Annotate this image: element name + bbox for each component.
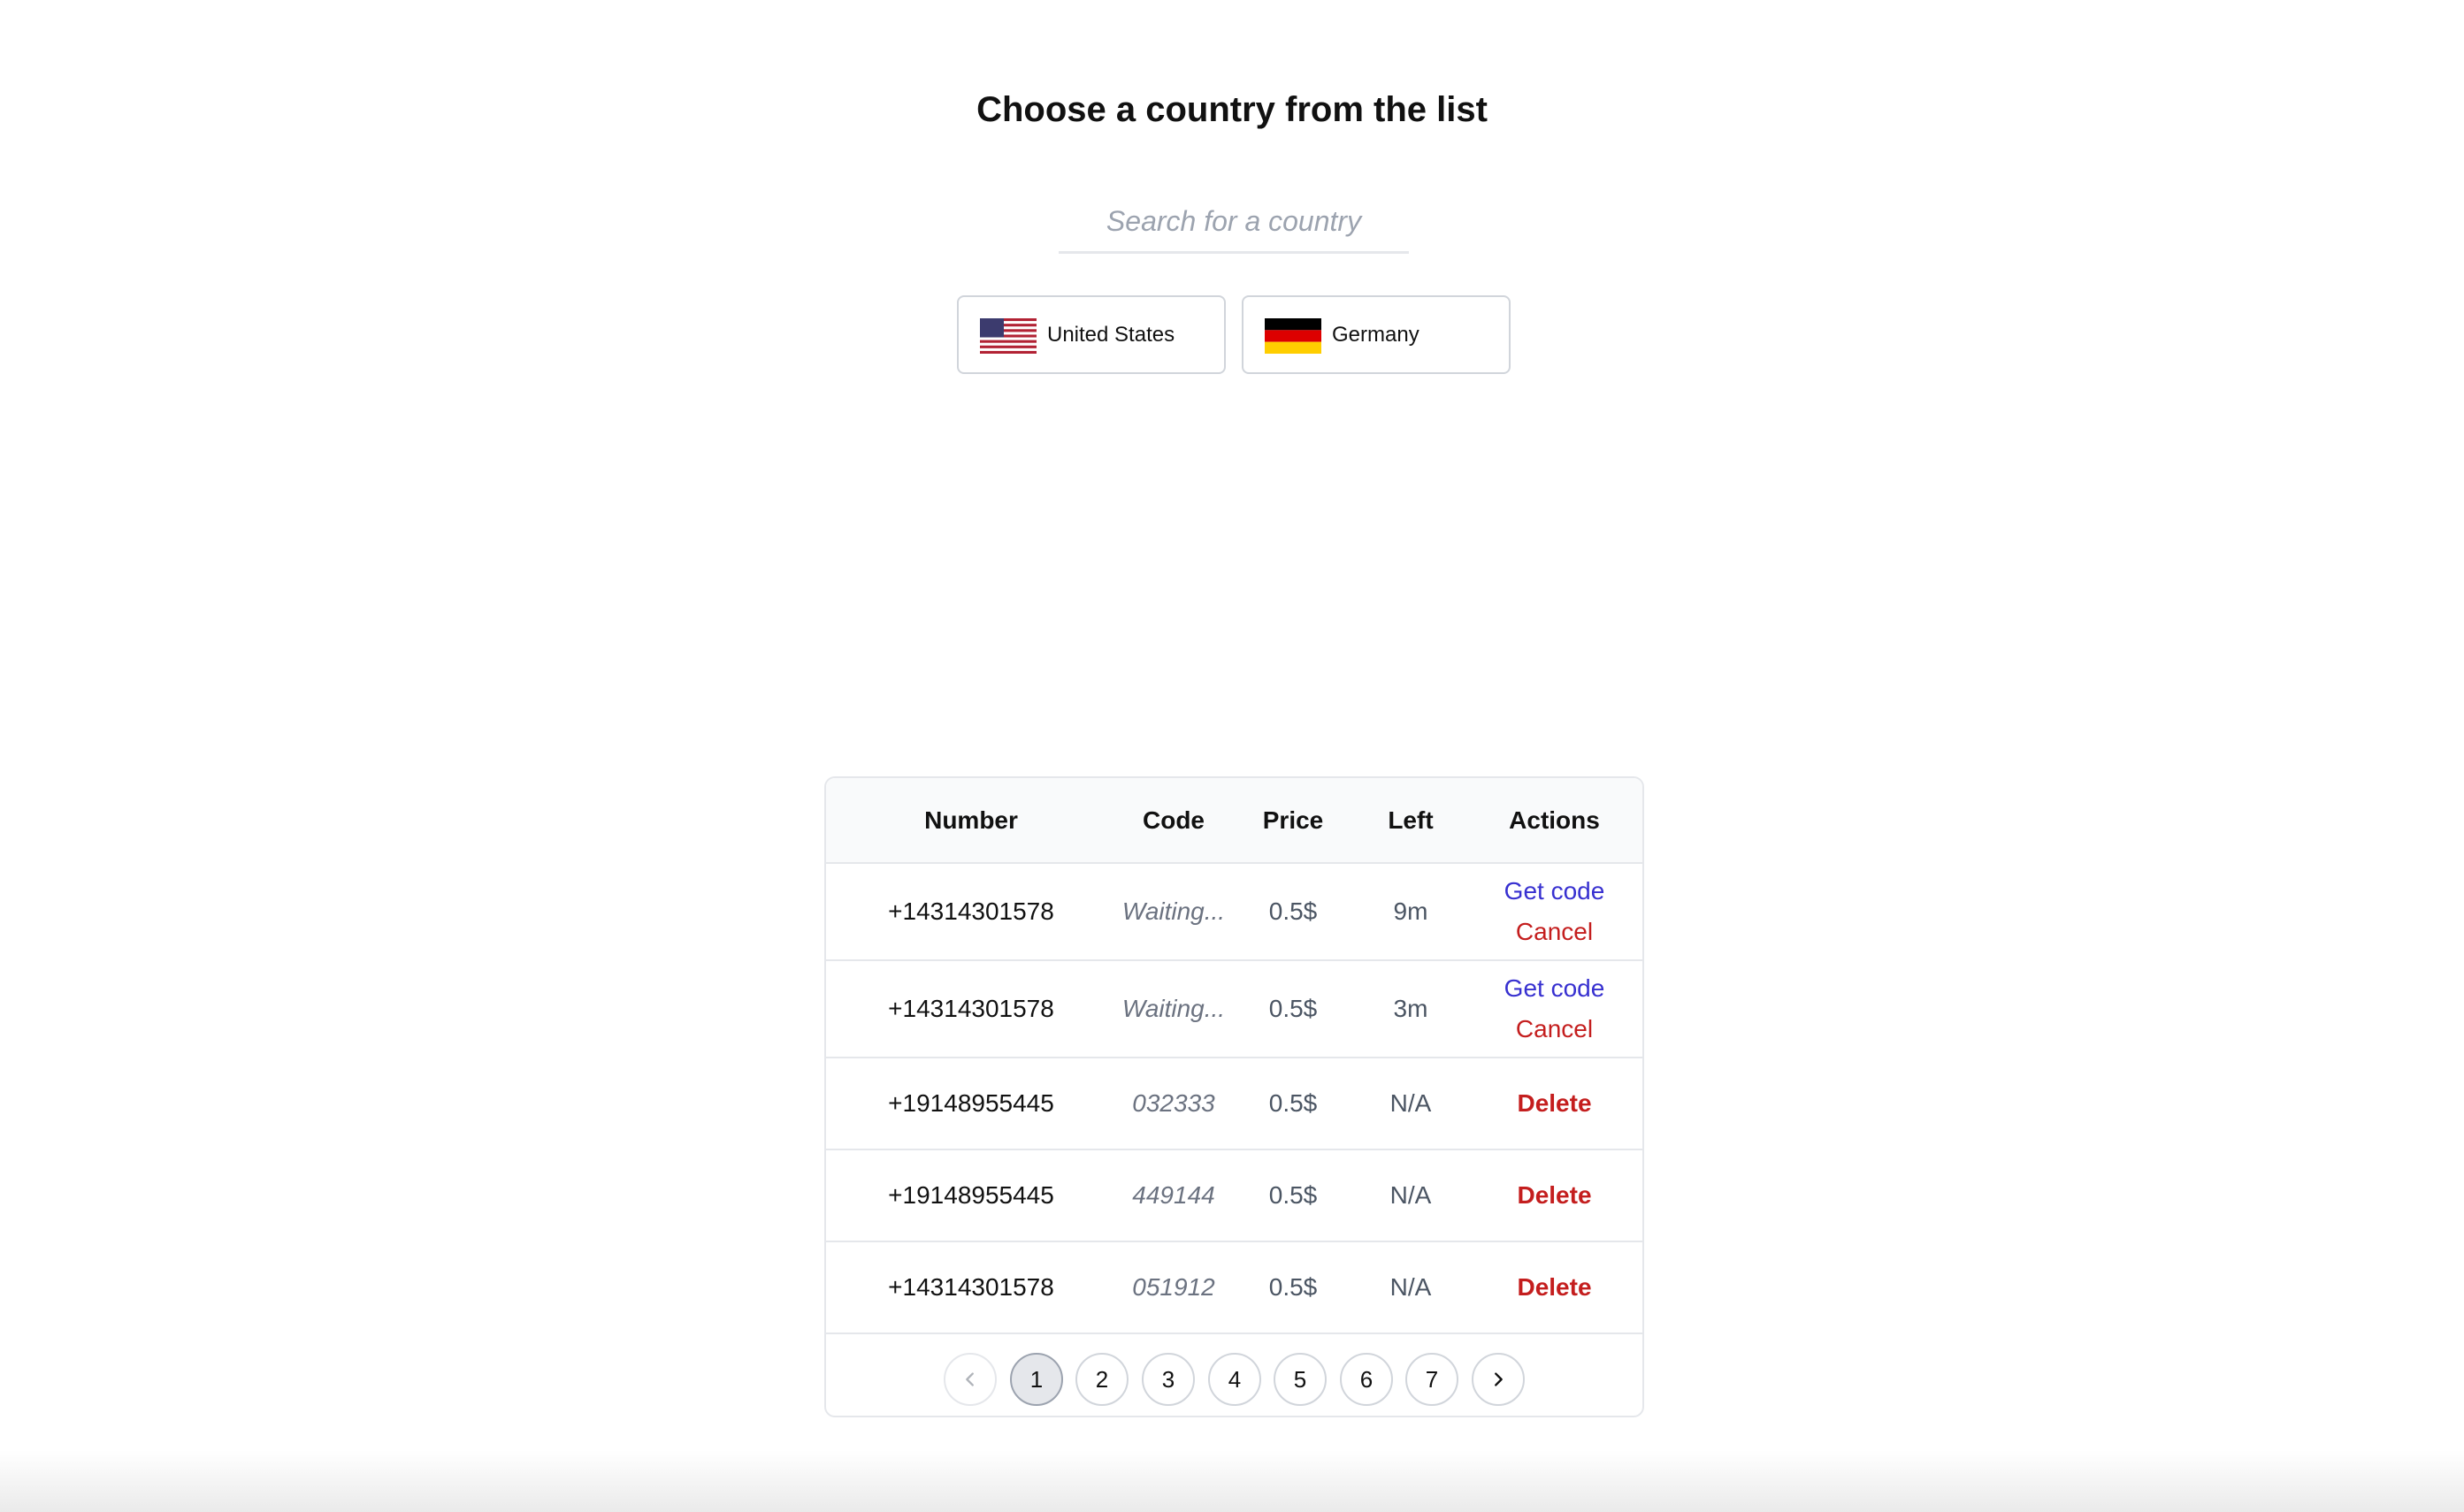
table-row: +14314301578 Waiting... 0.5$ 3m Get code… — [826, 961, 1642, 1058]
table-row: +14314301578 051912 0.5$ N/A Delete — [826, 1242, 1642, 1334]
price: 0.5$ — [1268, 897, 1318, 925]
sms-code: 032333 — [1132, 1089, 1215, 1117]
get-code-button[interactable]: Get code — [1504, 871, 1605, 912]
phone-number: +19148955445 — [888, 1089, 1054, 1117]
delete-button[interactable]: Delete — [1517, 1083, 1591, 1124]
time-left: 3m — [1393, 995, 1428, 1022]
column-header-number: Number — [924, 806, 1018, 834]
bottom-shadow — [0, 1450, 2464, 1512]
phone-number: +14314301578 — [888, 1273, 1054, 1301]
pagination-page-4[interactable]: 4 — [1208, 1353, 1261, 1406]
phone-number: +14314301578 — [888, 897, 1054, 925]
phone-number: +19148955445 — [888, 1181, 1054, 1209]
column-header-left: Left — [1388, 806, 1434, 834]
de-flag-icon — [1265, 318, 1321, 354]
chevron-right-icon — [1495, 1372, 1503, 1386]
pagination: 1 2 3 4 5 6 7 — [826, 1333, 1642, 1416]
sms-code: 449144 — [1132, 1181, 1215, 1209]
country-label: Germany — [1332, 323, 1419, 347]
page-title: Choose a country from the list — [976, 90, 1488, 129]
price: 0.5$ — [1268, 1273, 1318, 1301]
table-row: +14314301578 Waiting... 0.5$ 9m Get code… — [826, 864, 1642, 961]
column-header-actions: Actions — [1509, 806, 1600, 834]
column-header-price: Price — [1262, 806, 1324, 834]
price: 0.5$ — [1268, 1181, 1318, 1209]
us-flag-icon — [980, 318, 1037, 354]
row-actions: Delete — [1466, 1150, 1642, 1241]
numbers-table: Number Code Price Left Actions +14314301… — [824, 776, 1644, 1417]
pagination-page-2[interactable]: 2 — [1075, 1353, 1129, 1406]
sms-code: Waiting... — [1121, 897, 1226, 925]
table-row: +19148955445 032333 0.5$ N/A Delete — [826, 1058, 1642, 1150]
delete-button[interactable]: Delete — [1517, 1267, 1591, 1308]
table-header: Number Code Price Left Actions — [826, 778, 1642, 864]
sms-code: Waiting... — [1121, 995, 1226, 1022]
row-actions: Get code Cancel — [1466, 961, 1642, 1057]
price: 0.5$ — [1268, 995, 1318, 1022]
country-label: United States — [1047, 323, 1175, 347]
price: 0.5$ — [1268, 1089, 1318, 1117]
pagination-next-button[interactable] — [1472, 1353, 1525, 1406]
chevron-left-icon — [966, 1372, 974, 1386]
pagination-page-3[interactable]: 3 — [1142, 1353, 1195, 1406]
country-button-germany[interactable]: Germany — [1242, 295, 1511, 374]
get-code-button[interactable]: Get code — [1504, 968, 1605, 1009]
row-actions: Delete — [1466, 1242, 1642, 1333]
time-left: N/A — [1389, 1089, 1432, 1117]
column-header-code: Code — [1143, 806, 1205, 834]
delete-button[interactable]: Delete — [1517, 1175, 1591, 1216]
sms-code: 051912 — [1132, 1273, 1215, 1301]
time-left: N/A — [1389, 1181, 1432, 1209]
table-row: +19148955445 449144 0.5$ N/A Delete — [826, 1150, 1642, 1242]
pagination-prev-button[interactable] — [944, 1353, 997, 1406]
cancel-button[interactable]: Cancel — [1516, 912, 1593, 952]
phone-number: +14314301578 — [888, 995, 1054, 1022]
country-search-input[interactable] — [1059, 191, 1409, 254]
pagination-page-7[interactable]: 7 — [1405, 1353, 1458, 1406]
time-left: 9m — [1393, 897, 1428, 925]
row-actions: Get code Cancel — [1466, 864, 1642, 959]
pagination-page-1[interactable]: 1 — [1010, 1353, 1063, 1406]
country-button-united-states[interactable]: United States — [957, 295, 1226, 374]
pagination-page-5[interactable]: 5 — [1274, 1353, 1327, 1406]
row-actions: Delete — [1466, 1058, 1642, 1149]
cancel-button[interactable]: Cancel — [1516, 1009, 1593, 1050]
time-left: N/A — [1389, 1273, 1432, 1301]
pagination-page-6[interactable]: 6 — [1340, 1353, 1393, 1406]
